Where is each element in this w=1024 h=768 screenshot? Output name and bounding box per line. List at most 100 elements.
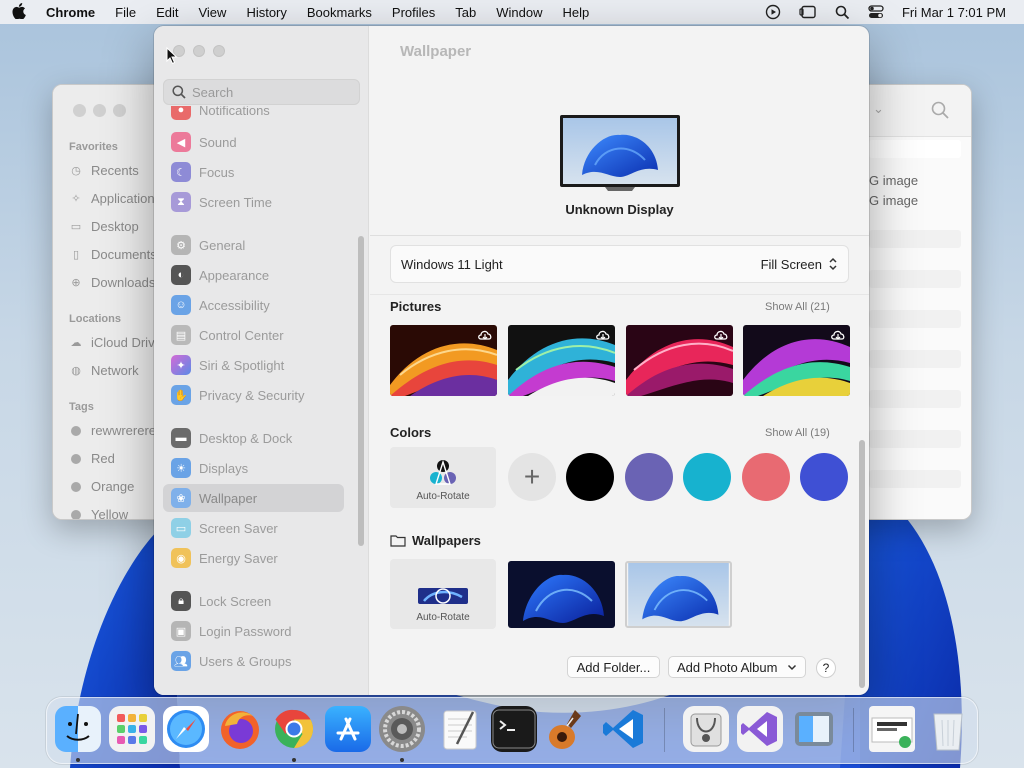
color-swatch[interactable] — [566, 453, 614, 501]
colors-auto-rotate[interactable]: Auto-Rotate — [390, 447, 496, 508]
sidebar-item-lock-screen[interactable]: 🔒︎ Lock Screen — [163, 587, 344, 615]
finder-item-documents[interactable]: ▯ Documents — [69, 247, 163, 262]
menu-bookmarks[interactable]: Bookmarks — [307, 5, 372, 20]
sidebar-item-displays[interactable]: ☀ Displays — [163, 454, 344, 482]
sidebar-item-notifications[interactable]: ● Notifications — [163, 106, 344, 124]
sidebar-item-control-center[interactable]: ▤ Control Center — [163, 321, 344, 349]
menubar-clock[interactable]: Fri Mar 1 7:01 PM — [902, 5, 1006, 20]
color-swatch[interactable] — [742, 453, 790, 501]
content-scrollbar[interactable] — [859, 440, 865, 688]
dock-disk-utility-icon[interactable] — [683, 706, 729, 752]
finder-tag-item[interactable]: Red — [69, 451, 163, 466]
finder-item-downloads[interactable]: ⊕ Downloads — [69, 275, 163, 290]
menu-file[interactable]: File — [115, 5, 136, 20]
finder-favorites-label: Favorites — [69, 141, 118, 153]
menu-app-name[interactable]: Chrome — [46, 5, 95, 20]
finder-item-icloud[interactable]: ☁ iCloud Drive — [69, 335, 163, 350]
fit-mode-select[interactable]: Fill Screen — [761, 257, 838, 272]
wallpaper-thumbnail-dark[interactable] — [508, 561, 615, 628]
sidebar-item-sound[interactable]: ◀ Sound — [163, 128, 344, 156]
sidebar-item-screen-saver[interactable]: ▭ Screen Saver — [163, 514, 344, 542]
sidebar-item-appearance[interactable]: ◐ Appearance — [163, 261, 344, 289]
dock-migration-assistant-icon[interactable] — [791, 706, 837, 752]
dock-visual-studio-icon[interactable] — [737, 706, 783, 752]
sidebar-item-wallpaper[interactable]: ❀ Wallpaper — [163, 484, 344, 512]
sidebar-item-screen-time[interactable]: ⧗ Screen Time — [163, 188, 344, 216]
chevron-down-icon[interactable]: ⌄ — [873, 101, 884, 117]
menu-help[interactable]: Help — [563, 5, 590, 20]
wallpapers-auto-rotate[interactable]: Auto-Rotate — [390, 559, 496, 629]
zoom-button[interactable] — [213, 45, 225, 57]
finder-item-recents[interactable]: ◷ Recents — [69, 163, 163, 178]
wallpaper-thumbnail[interactable] — [626, 325, 733, 396]
add-photo-album-button[interactable]: Add Photo Album — [668, 656, 806, 678]
finder-item-network[interactable]: ◍ Network — [69, 363, 163, 378]
spotlight-search-icon[interactable] — [835, 5, 850, 20]
minimize-button[interactable] — [193, 45, 205, 57]
dock-system-settings-icon[interactable] — [379, 706, 425, 752]
stage-manager-icon[interactable] — [799, 5, 817, 19]
finder-tag-item[interactable]: rewwrererer — [69, 423, 163, 438]
finder-item-applications[interactable]: ✧ Applications — [69, 191, 163, 206]
finder-tag-item[interactable]: Yellow — [69, 507, 163, 519]
sidebar-item-login-password[interactable]: ▣ Login Password — [163, 617, 344, 645]
menu-tab[interactable]: Tab — [455, 5, 476, 20]
settings-search[interactable] — [163, 79, 360, 105]
sidebar-scrollbar[interactable] — [358, 236, 364, 546]
sidebar-item-users-groups[interactable]: 👥︎ Users & Groups — [163, 647, 344, 675]
menu-history[interactable]: History — [246, 5, 286, 20]
dock-finder-icon[interactable] — [55, 706, 101, 752]
finder-tag-item[interactable]: Orange — [69, 479, 163, 494]
menu-view[interactable]: View — [198, 5, 226, 20]
dock-screenshot-thumbnail-icon[interactable] — [869, 706, 915, 752]
finder-close-button[interactable] — [73, 104, 86, 117]
pictures-show-all-button[interactable]: Show All (21) — [765, 301, 830, 313]
add-color-button[interactable]: + — [508, 453, 556, 501]
sidebar-item-energy-saver[interactable]: ◉ Energy Saver — [163, 544, 344, 572]
dock-trash-icon[interactable] — [925, 706, 971, 752]
wallpaper-thumbnail[interactable] — [390, 325, 497, 396]
wallpaper-thumbnail[interactable] — [743, 325, 850, 396]
dock-launchpad-icon[interactable] — [109, 706, 155, 752]
menu-profiles[interactable]: Profiles — [392, 5, 435, 20]
finder-zoom-button[interactable] — [113, 104, 126, 117]
colors-show-all-button[interactable]: Show All (19) — [765, 427, 830, 439]
menu-edit[interactable]: Edit — [156, 5, 178, 20]
dock-app-store-icon[interactable] — [325, 706, 371, 752]
tag-dot-icon — [71, 509, 81, 519]
dock-firefox-icon[interactable] — [217, 706, 263, 752]
screen-record-icon[interactable] — [765, 4, 781, 20]
sidebar-item-focus[interactable]: ☾ Focus — [163, 158, 344, 186]
dock-textedit-icon[interactable] — [437, 706, 483, 752]
sidebar-item-desktop-dock[interactable]: ▬ Desktop & Dock — [163, 424, 344, 452]
color-swatch[interactable] — [800, 453, 848, 501]
file-name[interactable]: G image — [869, 173, 918, 188]
finder-sidebar: Favorites ◷ Recents ✧ Applications ▭ Deskto… — [53, 85, 163, 519]
help-button[interactable]: ? — [816, 658, 836, 678]
wallpaper-thumbnail-light-selected[interactable] — [625, 561, 732, 628]
page-title: Wallpaper — [400, 43, 472, 60]
finder-search-icon[interactable] — [931, 101, 949, 122]
dock-terminal-icon[interactable] — [491, 706, 537, 752]
finder-item-desktop[interactable]: ▭ Desktop — [69, 219, 163, 234]
dock-vscode-icon[interactable] — [601, 706, 647, 752]
color-swatch[interactable] — [683, 453, 731, 501]
wallpaper-thumbnail[interactable] — [508, 325, 615, 396]
apple-icon[interactable] — [12, 2, 26, 22]
table-row — [869, 310, 961, 328]
sidebar-item-general[interactable]: ⚙ General — [163, 231, 344, 259]
dock-chrome-icon[interactable] — [271, 706, 317, 752]
sidebar-item-accessibility[interactable]: ☺ Accessibility — [163, 291, 344, 319]
control-center-icon[interactable] — [868, 5, 884, 19]
color-swatch[interactable] — [625, 453, 673, 501]
chevron-updown-icon — [829, 257, 837, 271]
dock-garageband-icon[interactable] — [545, 706, 591, 752]
file-name[interactable]: G image — [869, 193, 918, 208]
search-input[interactable] — [192, 84, 352, 100]
add-folder-button[interactable]: Add Folder... — [567, 656, 660, 678]
dock-safari-icon[interactable] — [163, 706, 209, 752]
menu-window[interactable]: Window — [496, 5, 542, 20]
finder-minimize-button[interactable] — [93, 104, 106, 117]
sidebar-item-siri-spotlight[interactable]: ✦ Siri & Spotlight — [163, 351, 344, 379]
sidebar-item-privacy-security[interactable]: ✋ Privacy & Security — [163, 381, 344, 409]
